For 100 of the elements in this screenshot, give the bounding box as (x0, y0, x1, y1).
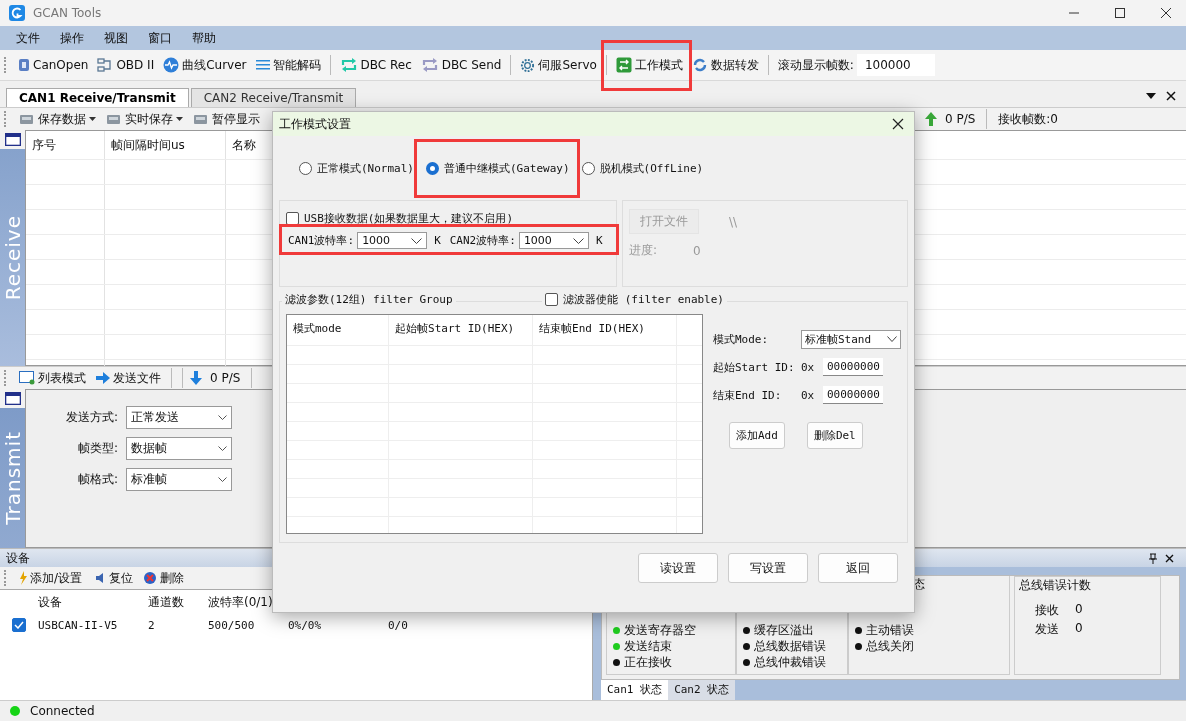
toolbar-button[interactable]: 暂停显示 (190, 108, 263, 130)
dialog-button[interactable]: 写设置 (728, 553, 808, 583)
radio-circle[interactable] (299, 161, 312, 175)
menu-item[interactable]: 操作 (50, 29, 94, 47)
file-path: \\ (729, 214, 738, 229)
toolbar-button[interactable]: 复位 (89, 567, 137, 589)
dropdown-field[interactable]: 标准帧Stand (801, 329, 901, 349)
counter-value: 0 (1075, 621, 1083, 637)
toolbar-button[interactable]: 工作模式 (612, 54, 686, 76)
radio-button[interactable]: 普通中继模式(Gateway) (426, 160, 570, 176)
radio-button[interactable]: 正常模式(Normal) (299, 160, 414, 176)
dropdown-field[interactable]: 1000 (518, 232, 589, 249)
field-label: 帧格式: (76, 471, 118, 488)
refresh-icon (691, 57, 708, 73)
tab[interactable]: Can2 状态 (668, 680, 736, 700)
column-header: 序号 (26, 131, 105, 159)
close-icon[interactable] (1165, 553, 1174, 563)
menu-item[interactable]: 视图 (94, 29, 138, 47)
status-label: 正在接收 (624, 653, 672, 671)
dialog-button[interactable]: 删除Del (806, 422, 863, 449)
dropdown-field[interactable]: 正常发送 (126, 406, 232, 429)
dropdown-field[interactable]: 1000 (357, 232, 428, 249)
status-label: 缓存区溢出 (754, 621, 814, 639)
column-header: 设备 (38, 593, 63, 611)
checkbox[interactable]: USB接收数据(如果数据里大，建议不启用) (286, 211, 616, 226)
rate-text: 0 P/S (943, 112, 977, 126)
menu-item[interactable]: 窗口 (138, 29, 182, 47)
panel-icon (4, 392, 21, 405)
tab[interactable]: CAN2 Receive/Transmit (190, 88, 357, 107)
chevron-icon (411, 237, 423, 244)
toolbar-button[interactable]: 智能解码 (252, 54, 324, 76)
tab[interactable]: CAN1 Receive/Transmit (6, 88, 189, 107)
status-label: 总线数据错误 (754, 637, 826, 655)
toolbar-button[interactable]: CanOpen (15, 56, 92, 74)
close-icon[interactable] (1160, 7, 1172, 19)
wave-icon (163, 57, 180, 73)
toolbar-button[interactable]: 删除 (140, 567, 188, 589)
status-label: 总线仲裁错误 (754, 653, 826, 671)
lightning-icon (19, 571, 27, 585)
frame-count-label: 滚动显示帧数: (777, 56, 854, 74)
prefix-label: 0x (801, 360, 816, 374)
up-arrow-icon (924, 112, 937, 126)
column-header: 结束帧End ID(HEX) (533, 315, 677, 345)
toolbar-button[interactable]: 伺服Servo (517, 54, 600, 76)
field-label: 帧类型: (76, 440, 118, 457)
column-header: 帧间隔时间us (105, 131, 226, 159)
lines-icon (255, 59, 270, 71)
swap-icon (615, 57, 632, 73)
checkbox[interactable] (12, 618, 26, 632)
counter-label: 发送 (1035, 621, 1059, 638)
field-label: 结束End ID: (713, 387, 783, 403)
rate-text: 0 P/S (209, 371, 242, 385)
toolbar-button[interactable]: 列表模式 (16, 367, 89, 389)
group-title: 滤波参数(12组) filter Group (282, 292, 456, 307)
field-label: CAN2波特率: (449, 233, 516, 248)
dialog-button[interactable]: 返回 (818, 553, 898, 583)
input-field[interactable]: 00000000 (823, 386, 883, 404)
toolbar-button[interactable]: 实时保存 (103, 108, 186, 130)
dialog-button[interactable]: 读设置 (638, 553, 718, 583)
toolbar-button[interactable]: 发送文件 (93, 367, 164, 389)
counter-label: 接收 (1035, 602, 1059, 619)
column-header: 波特率(0/1) (208, 593, 274, 611)
dropdown-field[interactable]: 数据帧 (126, 437, 232, 460)
radio-button[interactable]: 脱机模式(OffLine) (581, 160, 704, 176)
toolbar-button[interactable]: OBD II (94, 55, 158, 75)
progress-value: 0 (693, 243, 701, 258)
prefix-label: 0x (801, 388, 816, 402)
menu-item[interactable]: 帮助 (182, 29, 226, 47)
table-cell: 0/0 (388, 618, 408, 632)
maximize-icon[interactable] (1114, 7, 1126, 19)
pin-icon[interactable] (1149, 552, 1157, 564)
cycle-arrows-icon (339, 56, 358, 74)
toolbar-button[interactable]: 添加/设置 (16, 567, 86, 589)
table-cell-text: 2 (148, 618, 156, 632)
checkbox[interactable]: 滤波器使能 (filter enable) (542, 292, 727, 307)
field-label: 起始Start ID: (713, 359, 796, 375)
app-logo-icon (9, 5, 25, 21)
status-label: 发送结束 (624, 637, 672, 655)
unit-label: K (595, 234, 603, 247)
dropdown-field[interactable]: 标准帧 (126, 468, 232, 491)
menu-item[interactable]: 文件 (6, 29, 50, 47)
close-icon[interactable] (1166, 91, 1176, 101)
toolbar-button[interactable]: 数据转发 (688, 54, 762, 76)
chevron-icon (887, 336, 897, 342)
tab[interactable]: Can1 状态 (601, 680, 669, 700)
radio-circle[interactable] (581, 161, 595, 175)
dialog-button[interactable]: 添加Add (729, 422, 785, 449)
status-label: 总线关闭 (866, 637, 914, 655)
frame-count-field[interactable]: 100000 (856, 54, 935, 76)
group-title: 总线错误计数 (1019, 577, 1092, 594)
toolbar-button[interactable]: 曲线Curver (160, 54, 250, 76)
toolbar-button[interactable]: DBC Rec (336, 54, 415, 76)
radio-circle[interactable] (426, 161, 439, 175)
input-field[interactable]: 00000000 (823, 358, 883, 376)
chevron-icon (218, 446, 227, 451)
cycle-arrows-icon (420, 56, 439, 74)
dropdown-icon[interactable] (1146, 93, 1156, 99)
close-icon[interactable] (892, 118, 904, 130)
toolbar-button[interactable]: DBC Send (417, 54, 505, 76)
toolbar-button[interactable]: 保存数据 (16, 108, 99, 130)
